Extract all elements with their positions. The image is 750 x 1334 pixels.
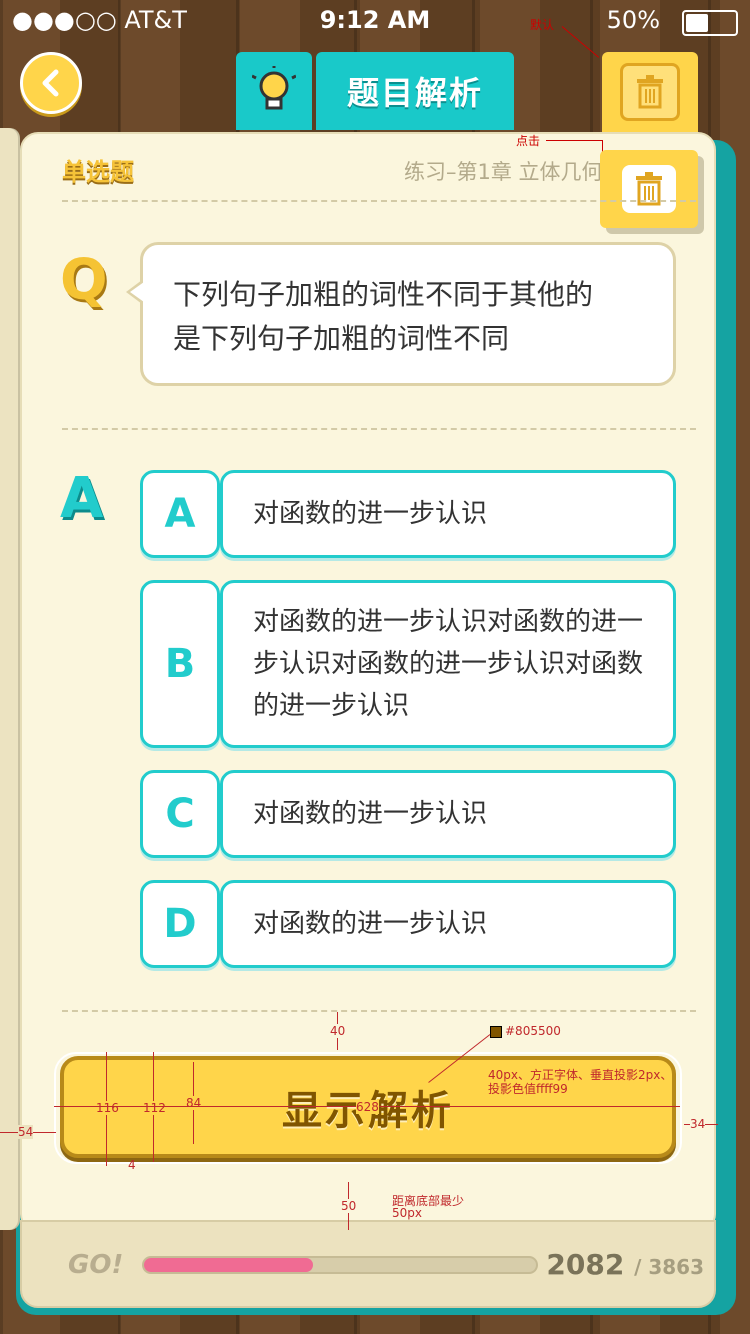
option-b-text[interactable]: 对函数的进一步认识对函数的进一步认识对函数的进一步认识对函数的进一步认识 (220, 580, 676, 748)
trash-icon-frame (620, 63, 680, 121)
progress-track (142, 1256, 538, 1274)
trash-icon (637, 75, 663, 109)
margin-54-label: 54 (18, 1125, 34, 1139)
note-default: 默认 (530, 18, 555, 32)
option-d-text[interactable]: 对函数的进一步认识 (220, 880, 676, 968)
battery-icon (682, 10, 738, 36)
option-a-letter[interactable]: A (140, 470, 220, 558)
trash-button-pressed[interactable] (600, 150, 698, 228)
divider (62, 1010, 696, 1012)
height-116-label: 116 (96, 1101, 119, 1115)
gap-50-label: 50 (341, 1199, 357, 1213)
height-112-label: 112 (143, 1101, 166, 1115)
divider (62, 200, 696, 202)
lightbulb-tab[interactable] (236, 52, 312, 130)
question-bubble: 下列句子加粗的词性不同于其他的 是下列句子加粗的词性不同 (140, 242, 676, 386)
option-d-letter[interactable]: D (140, 880, 220, 968)
current-count: 2082 (546, 1248, 625, 1281)
progress-fill (144, 1258, 313, 1272)
color-label: #805500 (505, 1024, 561, 1038)
margin-34-label: 34 (690, 1117, 706, 1131)
option-b-letter[interactable]: B (140, 580, 220, 748)
option-a-text[interactable]: 对函数的进一步认识 (220, 470, 676, 558)
option-c-letter[interactable]: C (140, 770, 220, 858)
battery-fill (686, 14, 708, 32)
page-title: 题目解析 (316, 52, 514, 130)
color-swatch (490, 1026, 502, 1038)
font-spec-line2: 投影色值ffff99 (488, 1082, 568, 1096)
question-type: 单选题 (62, 158, 134, 186)
lightbulb-icon (252, 66, 296, 110)
gap-40-label: 40 (330, 1024, 346, 1038)
progress-count: 2082 / 3863 (546, 1248, 704, 1281)
chevron-left-icon (42, 69, 59, 97)
total-count: / 3863 (634, 1255, 704, 1279)
bottom-spec-line2: 50px (392, 1206, 422, 1220)
option-b[interactable]: B 对函数的进一步认识对函数的进一步认识对函数的进一步认识对函数的进一步认识 (140, 580, 676, 748)
go-label: GO! (68, 1250, 124, 1280)
option-d[interactable]: D 对函数的进一步认识 (140, 880, 676, 968)
trash-icon-frame (622, 165, 676, 213)
question-marker: Q (60, 248, 108, 313)
question-text-line2: 是下列句子加粗的词性不同 (173, 322, 510, 355)
option-c-text[interactable]: 对函数的进一步认识 (220, 770, 676, 858)
question-text-line1: 下列句子加粗的词性不同于其他的 (173, 278, 594, 311)
option-c[interactable]: C 对函数的进一步认识 (140, 770, 676, 858)
status-bar: ●●●○○ AT&T 9:12 AM 50% (0, 0, 750, 40)
width-628-label: 628 (356, 1100, 379, 1114)
divider (62, 428, 696, 430)
option-a[interactable]: A 对函数的进一步认识 (140, 470, 676, 558)
trash-button-default[interactable] (602, 52, 698, 132)
note-click: 点击 (516, 134, 541, 148)
height-84-label: 84 (186, 1096, 202, 1110)
note-click-line (546, 140, 602, 141)
bubble-tail-fill (130, 282, 144, 302)
battery-percent: 50% (606, 6, 660, 34)
answer-marker: A (60, 466, 104, 531)
chapter-label: 练习–第1章 立体几何 (404, 160, 603, 184)
back-button[interactable] (20, 52, 82, 114)
margin-4-label: 4 (128, 1158, 136, 1172)
book-page-edge (0, 128, 18, 1230)
